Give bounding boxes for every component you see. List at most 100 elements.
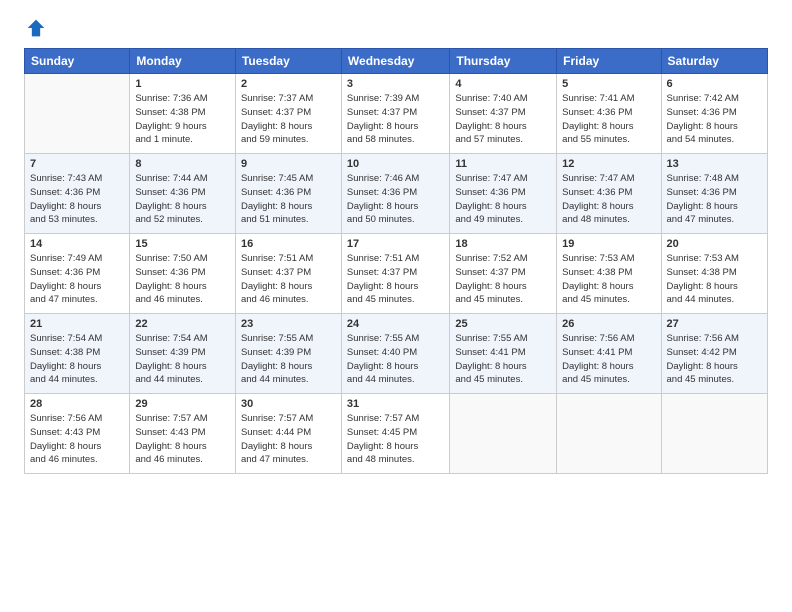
header [24,18,768,38]
col-header-monday: Monday [130,49,236,74]
day-info: Sunrise: 7:56 AMSunset: 4:41 PMDaylight:… [562,332,655,387]
calendar-cell: 20 Sunrise: 7:53 AMSunset: 4:38 PMDayligh… [661,234,767,314]
calendar-cell: 23 Sunrise: 7:55 AMSunset: 4:39 PMDayligh… [235,314,341,394]
calendar-cell: 19Sunrise: 7:53 AMSunset: 4:38 PMDayligh… [557,234,661,314]
day-info: Sunrise: 7:39 AMSunset: 4:37 PMDaylight:… [347,92,444,147]
week-row-4: 21 Sunrise: 7:54 AMSunset: 4:38 PMDayligh… [25,314,768,394]
calendar-cell: 28 Sunrise: 7:56 AMSunset: 4:43 PMDayligh… [25,394,130,474]
day-number: 2 [241,78,336,90]
day-number: 11 [455,158,551,170]
calendar-cell: 8Sunrise: 7:44 AMSunset: 4:36 PMDaylight… [130,154,236,234]
calendar-cell: 6 Sunrise: 7:42 AMSunset: 4:36 PMDaylight… [661,74,767,154]
day-number: 12 [562,158,655,170]
header-row: SundayMondayTuesdayWednesdayThursdayFrid… [25,49,768,74]
col-header-friday: Friday [557,49,661,74]
calendar-cell: 13 Sunrise: 7:48 AMSunset: 4:36 PMDayligh… [661,154,767,234]
day-number: 23 [241,318,336,330]
col-header-tuesday: Tuesday [235,49,341,74]
day-number: 26 [562,318,655,330]
day-number: 25 [455,318,551,330]
calendar-cell: 14Sunrise: 7:49 AMSunset: 4:36 PMDayligh… [25,234,130,314]
day-info: Sunrise: 7:50 AMSunset: 4:36 PMDaylight:… [135,252,230,307]
day-info: Sunrise: 7:54 AMSunset: 4:38 PMDaylight:… [30,332,124,387]
calendar-cell: 26 Sunrise: 7:56 AMSunset: 4:41 PMDayligh… [557,314,661,394]
day-info: Sunrise: 7:46 AMSunset: 4:36 PMDaylight:… [347,172,444,227]
day-number: 3 [347,78,444,90]
calendar-cell: 2 Sunrise: 7:37 AMSunset: 4:37 PMDaylight… [235,74,341,154]
col-header-wednesday: Wednesday [341,49,449,74]
day-info: Sunrise: 7:55 AMSunset: 4:39 PMDaylight:… [241,332,336,387]
calendar-cell: 30Sunrise: 7:57 AMSunset: 4:44 PMDayligh… [235,394,341,474]
day-number: 8 [135,158,230,170]
day-info: Sunrise: 7:55 AMSunset: 4:41 PMDaylight:… [455,332,551,387]
day-number: 29 [135,398,230,410]
calendar-cell: 27Sunrise: 7:56 AMSunset: 4:42 PMDayligh… [661,314,767,394]
calendar-cell: 22Sunrise: 7:54 AMSunset: 4:39 PMDayligh… [130,314,236,394]
day-info: Sunrise: 7:55 AMSunset: 4:40 PMDaylight:… [347,332,444,387]
calendar-cell: 7 Sunrise: 7:43 AMSunset: 4:36 PMDaylight… [25,154,130,234]
day-number: 14 [30,238,124,250]
calendar-cell [661,394,767,474]
calendar-cell: 1 Sunrise: 7:36 AMSunset: 4:38 PMDaylight… [130,74,236,154]
day-info: Sunrise: 7:48 AMSunset: 4:36 PMDaylight:… [667,172,762,227]
day-number: 13 [667,158,762,170]
calendar-cell: 17Sunrise: 7:51 AMSunset: 4:37 PMDayligh… [341,234,449,314]
calendar-cell [25,74,130,154]
day-info: Sunrise: 7:51 AMSunset: 4:37 PMDaylight:… [347,252,444,307]
calendar-cell: 24Sunrise: 7:55 AMSunset: 4:40 PMDayligh… [341,314,449,394]
day-number: 7 [30,158,124,170]
day-info: Sunrise: 7:43 AMSunset: 4:36 PMDaylight:… [30,172,124,227]
col-header-saturday: Saturday [661,49,767,74]
calendar: SundayMondayTuesdayWednesdayThursdayFrid… [24,48,768,474]
calendar-cell [557,394,661,474]
calendar-cell: 29 Sunrise: 7:57 AMSunset: 4:43 PMDayligh… [130,394,236,474]
day-info: Sunrise: 7:51 AMSunset: 4:37 PMDaylight:… [241,252,336,307]
day-info: Sunrise: 7:57 AMSunset: 4:43 PMDaylight:… [135,412,230,467]
day-info: Sunrise: 7:54 AMSunset: 4:39 PMDaylight:… [135,332,230,387]
day-info: Sunrise: 7:36 AMSunset: 4:38 PMDaylight:… [135,92,230,147]
day-info: Sunrise: 7:56 AMSunset: 4:42 PMDaylight:… [667,332,762,387]
day-number: 10 [347,158,444,170]
logo [24,18,48,38]
day-number: 18 [455,238,551,250]
calendar-cell: 15 Sunrise: 7:50 AMSunset: 4:36 PMDayligh… [130,234,236,314]
day-number: 5 [562,78,655,90]
day-number: 6 [667,78,762,90]
calendar-cell: 4 Sunrise: 7:40 AMSunset: 4:37 PMDaylight… [450,74,557,154]
logo-icon [26,18,46,38]
day-info: Sunrise: 7:42 AMSunset: 4:36 PMDaylight:… [667,92,762,147]
calendar-cell: 3 Sunrise: 7:39 AMSunset: 4:37 PMDaylight… [341,74,449,154]
day-number: 4 [455,78,551,90]
calendar-cell: 16Sunrise: 7:51 AMSunset: 4:37 PMDayligh… [235,234,341,314]
day-info: Sunrise: 7:41 AMSunset: 4:36 PMDaylight:… [562,92,655,147]
calendar-cell: 11Sunrise: 7:47 AMSunset: 4:36 PMDayligh… [450,154,557,234]
calendar-cell: 5 Sunrise: 7:41 AMSunset: 4:36 PMDaylight… [557,74,661,154]
day-number: 20 [667,238,762,250]
day-info: Sunrise: 7:47 AMSunset: 4:36 PMDaylight:… [562,172,655,227]
calendar-cell: 21 Sunrise: 7:54 AMSunset: 4:38 PMDayligh… [25,314,130,394]
day-info: Sunrise: 7:37 AMSunset: 4:37 PMDaylight:… [241,92,336,147]
week-row-2: 7 Sunrise: 7:43 AMSunset: 4:36 PMDaylight… [25,154,768,234]
day-number: 15 [135,238,230,250]
day-number: 19 [562,238,655,250]
week-row-3: 14Sunrise: 7:49 AMSunset: 4:36 PMDayligh… [25,234,768,314]
day-number: 1 [135,78,230,90]
week-row-5: 28 Sunrise: 7:56 AMSunset: 4:43 PMDayligh… [25,394,768,474]
day-info: Sunrise: 7:53 AMSunset: 4:38 PMDaylight:… [667,252,762,307]
col-header-thursday: Thursday [450,49,557,74]
day-info: Sunrise: 7:52 AMSunset: 4:37 PMDaylight:… [455,252,551,307]
calendar-cell [450,394,557,474]
day-number: 21 [30,318,124,330]
calendar-cell: 9 Sunrise: 7:45 AMSunset: 4:36 PMDaylight… [235,154,341,234]
col-header-sunday: Sunday [25,49,130,74]
page: SundayMondayTuesdayWednesdayThursdayFrid… [0,0,792,612]
day-info: Sunrise: 7:56 AMSunset: 4:43 PMDaylight:… [30,412,124,467]
day-number: 28 [30,398,124,410]
calendar-cell: 12 Sunrise: 7:47 AMSunset: 4:36 PMDayligh… [557,154,661,234]
day-info: Sunrise: 7:40 AMSunset: 4:37 PMDaylight:… [455,92,551,147]
calendar-cell: 10 Sunrise: 7:46 AMSunset: 4:36 PMDayligh… [341,154,449,234]
day-number: 30 [241,398,336,410]
day-number: 9 [241,158,336,170]
week-row-1: 1 Sunrise: 7:36 AMSunset: 4:38 PMDaylight… [25,74,768,154]
day-info: Sunrise: 7:45 AMSunset: 4:36 PMDaylight:… [241,172,336,227]
